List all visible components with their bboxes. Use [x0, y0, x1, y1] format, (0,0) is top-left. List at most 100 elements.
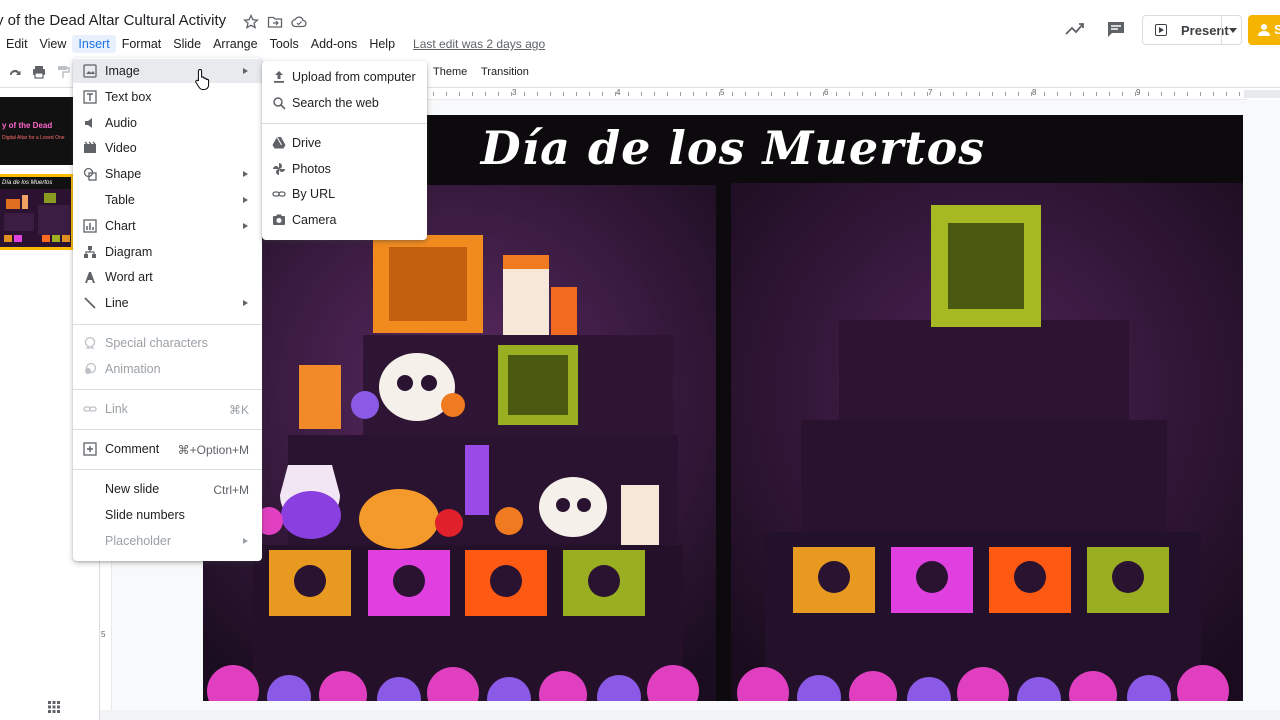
menu-tools[interactable]: Tools [264, 35, 305, 53]
print-icon[interactable] [30, 64, 48, 82]
thumb1-title: y of the Dead [2, 121, 53, 130]
horizontal-scrollbar[interactable] [100, 710, 1280, 720]
new-slide-shortcut: Ctrl+M [213, 483, 249, 497]
chart-icon [83, 219, 97, 233]
by-url-item[interactable]: By URL [262, 182, 427, 206]
thumb2-title: Día de los Muertos [2, 180, 53, 186]
ruler-tick [1083, 92, 1084, 96]
insert-slide-numbers-item[interactable]: Slide numbers [73, 503, 262, 527]
comment-label: Comment [105, 442, 160, 456]
table-submenu-arrow-icon [243, 197, 248, 203]
search-the-web-item[interactable]: Search the web [262, 91, 427, 115]
drive-label: Drive [292, 136, 322, 150]
ruler-tick [745, 92, 746, 96]
drive-item[interactable]: Drive [262, 131, 427, 155]
by-url-label: By URL [292, 187, 336, 201]
insert-word-art-item[interactable]: Word art [73, 265, 262, 289]
last-edit-link[interactable]: Last edit was 2 days ago [413, 37, 545, 51]
ruler-num-4: 4 [616, 88, 621, 97]
insert-special-characters-item: Special characters [73, 331, 262, 355]
search-icon [273, 97, 286, 110]
ruler-num-6: 6 [824, 88, 829, 97]
transition-button[interactable]: Transition [481, 66, 529, 78]
star-icon[interactable] [242, 13, 260, 30]
link-shortcut: ⌘K [228, 403, 249, 417]
menu-separator [73, 389, 262, 390]
menu-addons[interactable]: Add-ons [305, 35, 364, 53]
slide-thumbnail-1[interactable]: y of the Dead Digital Altar for a Loved … [0, 97, 74, 165]
shape-submenu-arrow-icon [243, 171, 248, 177]
menu-view[interactable]: View [34, 35, 73, 53]
insert-new-slide-item[interactable]: New slide Ctrl+M [73, 477, 262, 501]
thumb1-subtitle: Digital Altar for a Loved One [2, 135, 65, 141]
upload-from-computer-item[interactable]: Upload from computer [262, 65, 427, 89]
menu-format[interactable]: Format [116, 35, 168, 53]
comment-history-icon[interactable] [1106, 20, 1126, 38]
horizontal-ruler: 3 4 5 6 7 8 9 [427, 88, 1247, 100]
ruler-tick [979, 92, 980, 96]
ruler-tick [576, 92, 577, 96]
theme-button[interactable]: Theme [433, 66, 467, 78]
upload-label: Upload from computer [292, 70, 416, 84]
cloud-status-icon[interactable] [291, 14, 307, 30]
redo-icon[interactable] [6, 64, 24, 82]
ruler-tick [784, 92, 785, 96]
text-box-icon [83, 90, 97, 104]
insert-audio-item[interactable]: Audio [73, 111, 262, 135]
ruler-margin [1244, 90, 1280, 98]
menu-insert[interactable]: Insert [72, 35, 116, 53]
image-label: Image [105, 64, 140, 78]
audio-icon [85, 118, 92, 128]
activity-trend-icon[interactable] [1064, 20, 1086, 38]
ruler-tick [654, 92, 655, 96]
comment-shortcut: ⌘+Option+M [177, 443, 249, 457]
insert-video-item[interactable]: Video [73, 136, 262, 160]
ruler-tick [1148, 92, 1149, 96]
shape-label: Shape [105, 167, 142, 181]
special-characters-label: Special characters [105, 336, 208, 350]
insert-link-item: Link ⌘K [73, 397, 262, 421]
video-label: Video [105, 141, 137, 155]
grid-view-icon[interactable] [48, 700, 60, 713]
insert-table-item[interactable]: Table [73, 188, 262, 212]
insert-image-item[interactable]: Image [73, 59, 262, 83]
thumb2-altar-image [0, 189, 71, 247]
insert-placeholder-item: Placeholder [73, 529, 262, 553]
placeholder-label: Placeholder [105, 534, 172, 548]
ruler-num-5: 5 [720, 88, 725, 97]
menu-slide[interactable]: Slide [167, 35, 207, 53]
shape-icon [83, 167, 97, 181]
menu-help[interactable]: Help [363, 35, 401, 53]
ruler-tick [706, 92, 707, 96]
ruler-tick [1226, 92, 1227, 96]
menu-separator [73, 429, 262, 430]
ruler-tick [433, 92, 434, 96]
insert-chart-item[interactable]: Chart [73, 214, 262, 238]
insert-menu: Image Text box Audio Video Shape Table C… [73, 58, 262, 561]
document-title[interactable]: y of the Dead Altar Cultural Activity [0, 12, 226, 29]
animation-label: Animation [105, 362, 161, 376]
upload-icon [274, 71, 284, 83]
slide-thumbnail-2[interactable]: Día de los Muertos [0, 174, 74, 250]
present-dropdown-icon[interactable] [1229, 28, 1237, 33]
paint-format-icon[interactable] [54, 64, 72, 82]
insert-comment-item[interactable]: Comment ⌘+Option+M [73, 437, 262, 461]
photos-item[interactable]: Photos [262, 157, 427, 181]
insert-line-item[interactable]: Line [73, 291, 262, 315]
ruler-tick [901, 92, 902, 96]
insert-shape-item[interactable]: Shape [73, 162, 262, 186]
ruler-tick [836, 92, 837, 96]
share-button[interactable]: S [1248, 15, 1280, 45]
insert-text-box-item[interactable]: Text box [73, 85, 262, 109]
menu-edit[interactable]: Edit [0, 35, 34, 53]
ruler-tick [1187, 92, 1188, 96]
ruler-tick [1005, 92, 1006, 96]
move-folder-icon[interactable] [267, 14, 283, 30]
insert-diagram-item[interactable]: Diagram [73, 240, 262, 264]
insert-animation-item: Animation [73, 357, 262, 381]
present-button[interactable]: Present [1142, 15, 1242, 45]
hand-cursor-icon [194, 68, 212, 90]
camera-item[interactable]: Camera [262, 208, 427, 232]
ruler-tick [1018, 92, 1019, 96]
menu-arrange[interactable]: Arrange [207, 35, 263, 53]
